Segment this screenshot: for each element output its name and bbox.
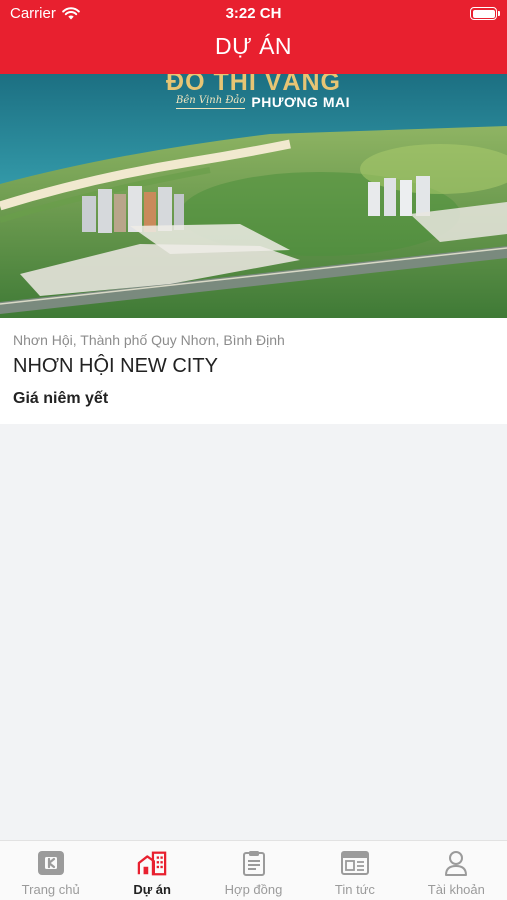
- project-name[interactable]: NHƠN HỘI NEW CITY: [13, 355, 494, 378]
- image-subtitle: Bên Vịnh Đảo PHƯƠNG MAI: [176, 94, 350, 110]
- tab-contracts-label: Hợp đồng: [224, 882, 283, 897]
- tab-account[interactable]: Tài khoản: [406, 841, 507, 900]
- image-subtitle-script: Bên Vịnh Đảo: [176, 95, 246, 109]
- tab-home[interactable]: Trang chủ: [0, 841, 101, 900]
- project-card[interactable]: ĐÔ THỊ VÀNG Bên Vịnh Đảo PHƯƠNG MAI Nhơn…: [0, 74, 507, 424]
- tab-bar: Trang chủ Dự án Hợp đồng Tin tức Tài kho…: [0, 840, 507, 900]
- account-icon: [441, 849, 471, 877]
- page-title: DỰ ÁN: [214, 33, 293, 59]
- news-icon: [340, 849, 370, 877]
- tab-home-label: Trang chủ: [21, 882, 80, 897]
- tab-projects-label: Dự án: [133, 882, 171, 897]
- price-label: Giá niêm yết: [13, 390, 109, 407]
- project-aerial-illustration: [0, 74, 507, 318]
- battery-icon: [470, 7, 500, 20]
- project-image[interactable]: ĐÔ THỊ VÀNG Bên Vịnh Đảo PHƯƠNG MAI: [0, 74, 507, 318]
- image-subtitle-name: PHƯƠNG MAI: [251, 94, 350, 110]
- image-title: ĐÔ THỊ VÀNG: [166, 74, 341, 90]
- home-icon: [36, 849, 66, 877]
- status-time: 3:22 CH: [225, 5, 282, 22]
- status-bar: Carrier 3:22 CH: [0, 0, 507, 28]
- tab-projects[interactable]: Dự án: [101, 841, 202, 900]
- project-info: Nhơn Hội, Thành phố Quy Nhơn, Bình Định …: [0, 318, 507, 408]
- building-icon: [137, 849, 167, 877]
- tab-news[interactable]: Tin tức: [304, 841, 405, 900]
- tab-news-label: Tin tức: [334, 882, 375, 897]
- app-header: Carrier 3:22 CH DỰ ÁN: [0, 0, 507, 74]
- contract-icon: [239, 849, 269, 877]
- tab-contracts[interactable]: Hợp đồng: [203, 841, 304, 900]
- tab-account-label: Tài khoản: [427, 882, 485, 897]
- project-location: Nhơn Hội, Thành phố Quy Nhơn, Bình Định: [13, 332, 285, 348]
